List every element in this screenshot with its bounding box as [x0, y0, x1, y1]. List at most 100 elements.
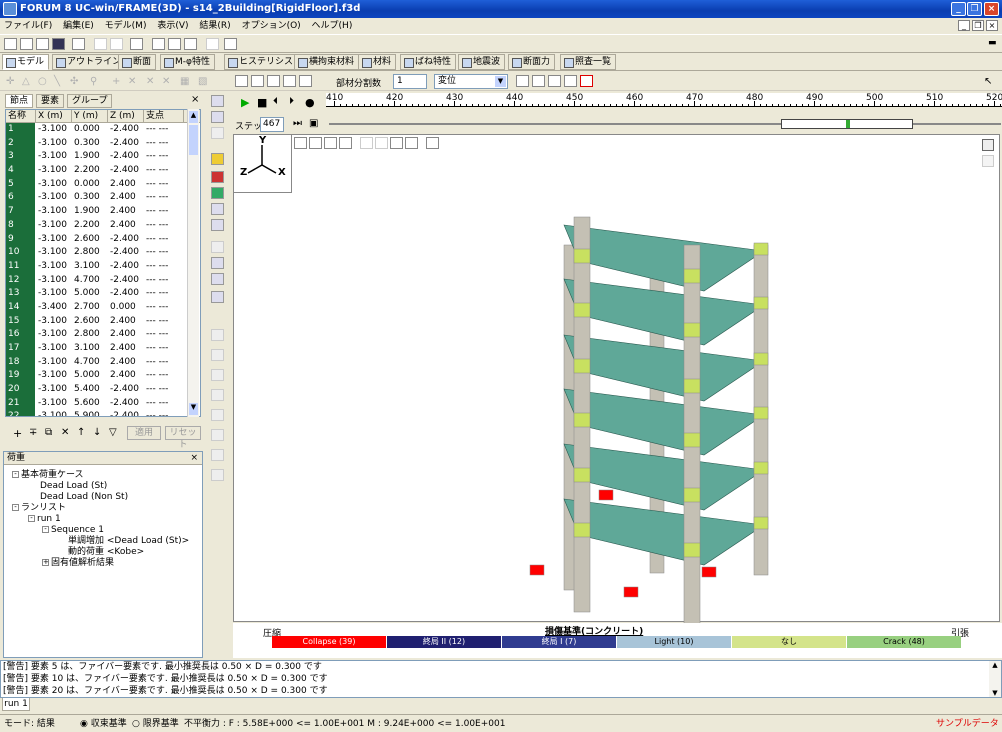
table-cell[interactable]: -2.400: [108, 123, 144, 137]
node-table-scrollbar[interactable]: ▲ ▼: [187, 109, 199, 417]
tree-run1[interactable]: - run 1: [28, 514, 61, 525]
minimize-button[interactable]: _: [951, 2, 966, 16]
scroll-down-icon[interactable]: ▼: [989, 689, 1001, 697]
member-icon[interactable]: ○: [38, 77, 48, 87]
table-cell[interactable]: 0.300: [72, 191, 108, 205]
tab-seismic-wave[interactable]: 地震波: [458, 54, 506, 70]
table-cell[interactable]: --- ---: [144, 328, 184, 342]
table-cell[interactable]: 3.100: [72, 342, 108, 356]
tab-model[interactable]: モデル: [2, 54, 50, 70]
column-joint[interactable]: [683, 432, 701, 448]
table-cell[interactable]: 2.400: [108, 315, 144, 329]
tab-run1[interactable]: run 1: [2, 698, 30, 711]
table-cell[interactable]: --- ---: [144, 260, 184, 274]
mdi-restore-button[interactable]: ❐: [972, 20, 984, 31]
support-damage[interactable]: [701, 566, 717, 578]
menu-help[interactable]: ヘルプ(H): [312, 21, 353, 31]
table-cell[interactable]: --- ---: [144, 315, 184, 329]
vtool-icon-19[interactable]: [211, 449, 224, 461]
column-joint[interactable]: [683, 322, 701, 338]
table-cell[interactable]: 5.000: [72, 287, 108, 301]
table-cell[interactable]: --- ---: [144, 342, 184, 356]
restore-button[interactable]: ❐: [967, 2, 982, 16]
table-cell[interactable]: 2.700: [72, 301, 108, 315]
table-cell[interactable]: -3.100: [36, 410, 72, 416]
add-row-icon[interactable]: +: [13, 427, 22, 440]
column-joint[interactable]: [753, 352, 769, 366]
result-icon-3[interactable]: [548, 75, 561, 87]
tab-m-phi[interactable]: M-φ特性: [160, 54, 215, 70]
table-cell[interactable]: -3.100: [36, 233, 72, 247]
step-back-icon[interactable]: ⏴: [273, 96, 278, 107]
table-row[interactable]: 8 -3.100 2.200 2.400 --- ---: [6, 218, 200, 233]
tree-basic-load[interactable]: - 基本荷重ケース: [12, 470, 84, 481]
vtool-icon-17[interactable]: [211, 409, 224, 421]
skip-end-icon[interactable]: ⏭: [293, 118, 302, 129]
vtool-icon-14[interactable]: [211, 349, 224, 361]
column-joint[interactable]: [753, 242, 769, 256]
table-cell[interactable]: -3.100: [36, 191, 72, 205]
table-cell[interactable]: --- ---: [144, 191, 184, 205]
table-cell[interactable]: 5.900: [72, 410, 108, 416]
col-x[interactable]: X (m): [36, 110, 72, 122]
toolbar-options-icon[interactable]: ▬: [988, 38, 1001, 50]
table-cell[interactable]: -3.100: [36, 137, 72, 151]
table-cell[interactable]: 5.000: [72, 369, 108, 383]
filter-icon[interactable]: ▽: [109, 427, 117, 438]
report2-icon[interactable]: [168, 38, 181, 50]
table-cell[interactable]: 1.900: [72, 205, 108, 219]
table-cell[interactable]: -3.100: [36, 342, 72, 356]
camera-icon[interactable]: ▣: [309, 118, 318, 129]
record-icon[interactable]: ●: [305, 96, 315, 109]
vtool-icon-2[interactable]: [211, 111, 224, 123]
table-cell[interactable]: 9: [6, 232, 36, 247]
table-cell[interactable]: --- ---: [144, 219, 184, 233]
table-row[interactable]: 10 -3.100 2.800 -2.400 --- ---: [6, 246, 200, 260]
table-row[interactable]: 12 -3.100 4.700 -2.400 --- ---: [6, 273, 200, 288]
support-damage[interactable]: [623, 586, 639, 598]
table-row[interactable]: 2 -3.100 0.300 -2.400 --- ---: [6, 136, 200, 151]
print-icon[interactable]: [36, 38, 49, 50]
vtool-icon-16[interactable]: [211, 389, 224, 401]
result-icon-4[interactable]: [564, 75, 577, 87]
table-cell[interactable]: --- ---: [144, 164, 184, 178]
division-input[interactable]: 1: [393, 74, 427, 89]
node-icon[interactable]: △: [22, 77, 32, 87]
menu-option[interactable]: オプション(O): [242, 21, 301, 31]
table-cell[interactable]: 14: [6, 300, 36, 315]
mdi-close-button[interactable]: ×: [986, 20, 998, 31]
table-row[interactable]: 21 -3.100 5.600 -2.400 --- ---: [6, 396, 200, 411]
tab-material[interactable]: 材料: [358, 54, 397, 70]
column-joint[interactable]: [753, 461, 769, 475]
table-cell[interactable]: 6: [6, 191, 36, 206]
tree-eigen[interactable]: + 固有値解析結果: [42, 558, 114, 569]
table-row[interactable]: 5 -3.100 0.000 2.400 --- ---: [6, 177, 200, 192]
move-down-icon[interactable]: ↓: [93, 427, 101, 438]
table-cell[interactable]: 0.300: [72, 137, 108, 151]
close-button[interactable]: ×: [984, 2, 999, 16]
table-cell[interactable]: 3: [6, 150, 36, 165]
menu-edit[interactable]: 編集(E): [63, 21, 94, 31]
stop-icon[interactable]: ■: [257, 96, 267, 109]
step-forward-icon[interactable]: ⏵: [289, 96, 294, 107]
table-cell[interactable]: 2.400: [108, 191, 144, 205]
table-cell[interactable]: --- ---: [144, 137, 184, 151]
table-cell[interactable]: -3.100: [36, 150, 72, 164]
menu-view[interactable]: 表示(V): [157, 21, 188, 31]
table-cell[interactable]: -3.100: [36, 274, 72, 288]
column-joint[interactable]: [753, 516, 769, 530]
column-joint[interactable]: [573, 302, 591, 318]
tab-group[interactable]: グループ: [67, 94, 113, 108]
table-cell[interactable]: 2.600: [72, 233, 108, 247]
column-joint[interactable]: [573, 522, 591, 538]
column-joint[interactable]: [573, 358, 591, 374]
table-cell[interactable]: 21: [6, 396, 36, 411]
split-icon[interactable]: ✕: [128, 77, 138, 87]
tab-check-list[interactable]: 照査一覧: [560, 54, 617, 70]
clipboard-icon[interactable]: [206, 38, 219, 50]
table-cell[interactable]: -2.400: [108, 383, 144, 397]
table-cell[interactable]: -3.100: [36, 315, 72, 329]
spring-view-icon[interactable]: [267, 75, 280, 87]
table-cell[interactable]: -3.100: [36, 369, 72, 383]
new-icon[interactable]: [4, 38, 17, 50]
